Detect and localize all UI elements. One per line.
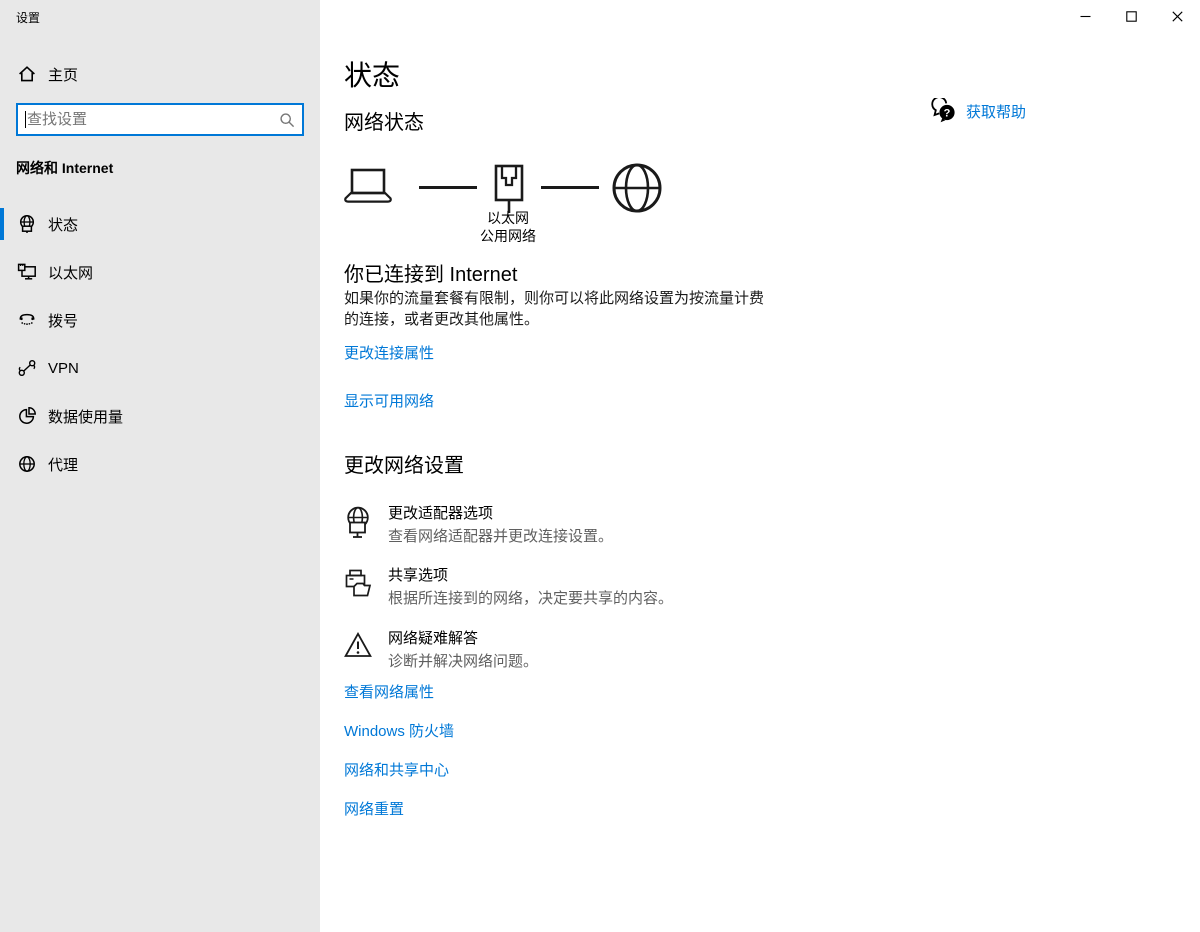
sidebar-item-label: 以太网: [48, 262, 93, 283]
show-available-networks-link[interactable]: 显示可用网络: [344, 390, 434, 411]
change-connection-properties-link[interactable]: 更改连接属性: [344, 342, 434, 363]
main-content: 状态 ? 获取帮助 网络状态: [320, 0, 1200, 932]
dialup-icon: [17, 310, 37, 330]
home-icon: [17, 64, 37, 84]
maximize-icon: [1126, 11, 1137, 22]
sidebar-item-label: 数据使用量: [48, 406, 123, 427]
app-title: 设置: [16, 9, 40, 26]
warning-triangle-icon: [344, 631, 372, 659]
connection-status-text: 如果你的流量套餐有限制，则你可以将此网络设置为按流量计费的连接，或者更改其他属性…: [344, 288, 768, 330]
ethernet-icon: [17, 262, 37, 282]
sidebar-item-vpn[interactable]: VPN: [0, 344, 320, 392]
sidebar-nav: 状态 以太网: [0, 200, 320, 488]
setting-item-description: 根据所连接到的网络，决定要共享的内容。: [388, 589, 673, 608]
laptop-icon: [342, 167, 394, 205]
sidebar-section-label: 网络和 Internet: [16, 158, 113, 178]
network-type: 公用网络: [438, 227, 578, 245]
change-adapter-options-item[interactable]: 更改适配器选项 查看网络适配器并更改连接设置。: [344, 504, 613, 546]
close-button[interactable]: [1154, 0, 1200, 32]
setting-item-description: 查看网络适配器并更改连接设置。: [388, 527, 613, 546]
get-help-icon: ?: [930, 98, 957, 125]
search-box[interactable]: [16, 103, 304, 136]
minimize-icon: [1080, 11, 1091, 22]
vpn-icon: [17, 358, 37, 378]
selected-accent-bar: [0, 208, 4, 240]
setting-item-title: 网络疑难解答: [388, 629, 538, 648]
sidebar-home-label: 主页: [48, 64, 78, 85]
windows-firewall-link[interactable]: Windows 防火墙: [344, 720, 454, 741]
sidebar-item-proxy[interactable]: 代理: [0, 440, 320, 488]
sidebar-item-label: 拨号: [48, 310, 78, 331]
window-controls: [1062, 0, 1200, 32]
sharing-options-item[interactable]: 共享选项 根据所连接到的网络，决定要共享的内容。: [344, 566, 673, 608]
minimize-button[interactable]: [1062, 0, 1108, 32]
adapter-options-icon: [344, 506, 372, 540]
search-icon[interactable]: [279, 112, 295, 128]
svg-text:?: ?: [944, 108, 951, 120]
setting-item-description: 诊断并解决网络问题。: [388, 652, 538, 671]
sidebar-item-label: VPN: [48, 360, 79, 377]
internet-globe-icon: [610, 161, 664, 215]
view-network-properties-link[interactable]: 查看网络属性: [344, 681, 434, 702]
connection-labels: 以太网 公用网络: [438, 209, 578, 245]
proxy-icon: [17, 454, 37, 474]
page-title: 状态: [344, 54, 400, 94]
setting-item-title: 共享选项: [388, 566, 673, 585]
network-troubleshooter-item[interactable]: 网络疑难解答 诊断并解决网络问题。: [344, 629, 538, 671]
sidebar-item-dialup[interactable]: 拨号: [0, 296, 320, 344]
sidebar: 设置 主页 网络和 Internet: [0, 0, 320, 932]
connection-line: [541, 186, 599, 189]
change-network-settings-heading: 更改网络设置: [344, 449, 464, 478]
connection-status-heading: 你已连接到 Internet: [344, 258, 517, 287]
get-help-label: 获取帮助: [966, 101, 1026, 122]
sidebar-item-home[interactable]: 主页: [0, 56, 320, 92]
network-sharing-center-link[interactable]: 网络和共享中心: [344, 759, 449, 780]
connection-name: 以太网: [438, 209, 578, 227]
sidebar-item-data-usage[interactable]: 数据使用量: [0, 392, 320, 440]
connection-line: [419, 186, 477, 189]
network-diagram: 以太网 公用网络: [342, 163, 762, 248]
sidebar-item-status[interactable]: 状态: [0, 200, 320, 248]
data-usage-icon: [17, 406, 37, 426]
search-input[interactable]: [18, 105, 302, 134]
network-status-heading: 网络状态: [344, 106, 424, 135]
maximize-button[interactable]: [1108, 0, 1154, 32]
network-reset-link[interactable]: 网络重置: [344, 798, 404, 819]
sharing-options-icon: [344, 568, 372, 600]
sidebar-item-ethernet[interactable]: 以太网: [0, 248, 320, 296]
settings-window: 设置 主页 网络和 Internet: [0, 0, 1200, 932]
close-icon: [1172, 11, 1183, 22]
sidebar-item-label: 状态: [48, 214, 78, 235]
sidebar-item-label: 代理: [48, 454, 78, 475]
setting-item-title: 更改适配器选项: [388, 504, 613, 523]
network-status-icon: [17, 214, 37, 234]
get-help-link[interactable]: ? 获取帮助: [930, 98, 1026, 125]
